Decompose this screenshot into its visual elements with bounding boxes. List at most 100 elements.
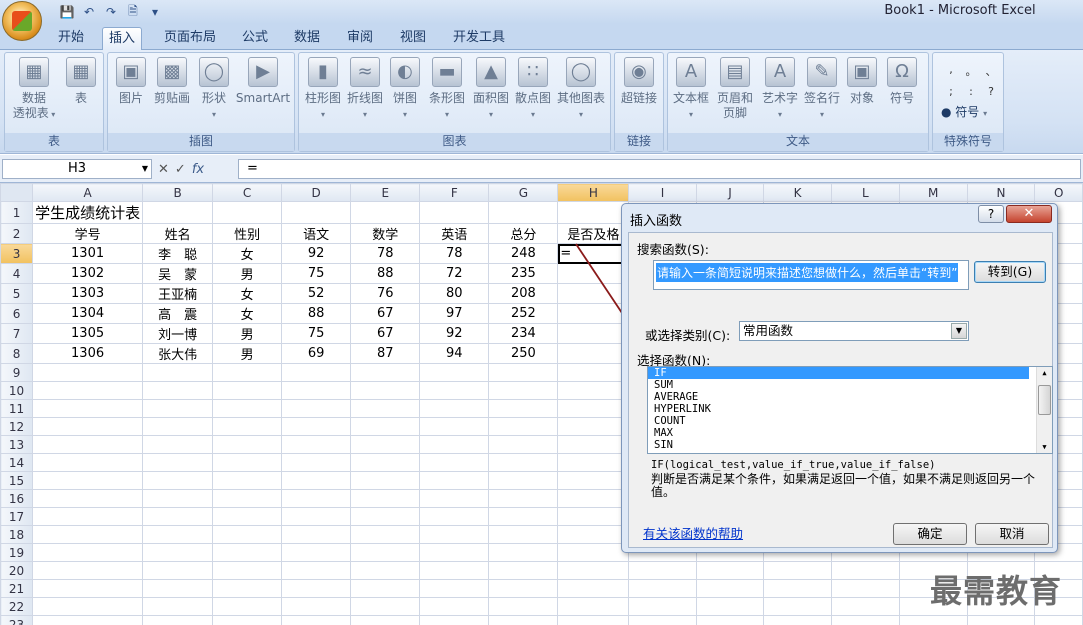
cell-b17[interactable]: [142, 507, 214, 526]
cell-b6[interactable]: 高 震: [142, 303, 214, 324]
symbol-comma[interactable]: ,: [941, 63, 961, 79]
tab-formulas[interactable]: 公式: [236, 27, 274, 50]
select-all-corner[interactable]: [0, 183, 34, 202]
cell-a13[interactable]: [32, 435, 144, 454]
cell-h23[interactable]: [557, 615, 630, 625]
cell-a6[interactable]: 1304: [32, 303, 144, 324]
cell-a8[interactable]: 1306: [32, 343, 144, 364]
row-header[interactable]: 18: [0, 525, 34, 544]
cell-b12[interactable]: [142, 417, 214, 436]
cell-e9[interactable]: [350, 363, 421, 382]
cell-g9[interactable]: [488, 363, 559, 382]
name-box[interactable]: H3 ▼: [2, 159, 152, 179]
row-header[interactable]: 16: [0, 489, 34, 508]
cell-h19[interactable]: [557, 543, 630, 562]
print-preview-icon[interactable]: 🗎: [124, 3, 142, 21]
formula-input[interactable]: =: [238, 159, 1081, 179]
row-header[interactable]: 2: [0, 223, 34, 244]
row-header[interactable]: 17: [0, 507, 34, 526]
cell-m23[interactable]: [898, 615, 968, 625]
cell-b22[interactable]: [142, 597, 214, 616]
cell-e13[interactable]: [350, 435, 421, 454]
column-header-f[interactable]: F: [419, 183, 490, 202]
function-item[interactable]: AVERAGE: [648, 391, 1052, 403]
cell-d4[interactable]: 75: [281, 263, 352, 284]
cell-d1[interactable]: [281, 201, 352, 224]
cell-g11[interactable]: [488, 399, 559, 418]
tab-data[interactable]: 数据: [288, 27, 326, 50]
cell-g17[interactable]: [488, 507, 559, 526]
cell-a18[interactable]: [32, 525, 144, 544]
symbol-button[interactable]: Ω 符号: [882, 55, 922, 106]
column-header-n[interactable]: N: [966, 183, 1036, 202]
cell-g13[interactable]: [488, 435, 559, 454]
cell-a3[interactable]: 1301: [32, 243, 144, 264]
cell-f20[interactable]: [419, 561, 490, 580]
cell-a17[interactable]: [32, 507, 144, 526]
cell-a14[interactable]: [32, 453, 144, 472]
cell-d16[interactable]: [281, 489, 352, 508]
symbol-period[interactable]: 。: [961, 63, 981, 79]
cell-d3[interactable]: 92: [281, 243, 352, 264]
cell-e22[interactable]: [350, 597, 421, 616]
column-header-j[interactable]: J: [695, 183, 765, 202]
column-header-o[interactable]: O: [1034, 183, 1083, 202]
cell-g8[interactable]: 250: [488, 343, 559, 364]
cell-e18[interactable]: [350, 525, 421, 544]
cell-a23[interactable]: [32, 615, 144, 625]
cell-i20[interactable]: [628, 561, 697, 580]
cell-c16[interactable]: [212, 489, 283, 508]
scatter-chart-button[interactable]: ∷ 散点图 ▾: [513, 55, 553, 122]
cell-e1[interactable]: [350, 201, 421, 224]
cell-c11[interactable]: [212, 399, 283, 418]
column-header-m[interactable]: M: [898, 183, 968, 202]
cell-f7[interactable]: 92: [419, 323, 490, 344]
row-header[interactable]: 8: [0, 343, 34, 364]
cell-b9[interactable]: [142, 363, 214, 382]
tab-home[interactable]: 开始: [52, 27, 90, 50]
cell-h1[interactable]: [557, 201, 630, 224]
cell-f23[interactable]: [419, 615, 490, 625]
cell-g21[interactable]: [488, 579, 559, 598]
cell-h21[interactable]: [557, 579, 630, 598]
table-button[interactable]: ▦ 表: [61, 55, 101, 106]
cell-g5[interactable]: 208: [488, 283, 559, 304]
cell-f22[interactable]: [419, 597, 490, 616]
cell-b10[interactable]: [142, 381, 214, 400]
line-chart-button[interactable]: ≈ 折线图 ▾: [345, 55, 385, 122]
cell-h10[interactable]: [557, 381, 630, 400]
row-header[interactable]: 4: [0, 263, 34, 284]
cell-b19[interactable]: [142, 543, 214, 562]
cell-b20[interactable]: [142, 561, 214, 580]
cell-c20[interactable]: [212, 561, 283, 580]
cell-e16[interactable]: [350, 489, 421, 508]
cell-h18[interactable]: [557, 525, 630, 544]
cell-l20[interactable]: [830, 561, 900, 580]
cell-f6[interactable]: 97: [419, 303, 490, 324]
cell-g18[interactable]: [488, 525, 559, 544]
cell-g20[interactable]: [488, 561, 559, 580]
cell-e17[interactable]: [350, 507, 421, 526]
cell-l22[interactable]: [830, 597, 900, 616]
cell-c8[interactable]: 男: [212, 343, 283, 364]
column-header-l[interactable]: L: [830, 183, 900, 202]
cell-d6[interactable]: 88: [281, 303, 352, 324]
cell-e4[interactable]: 88: [350, 263, 421, 284]
tab-review[interactable]: 审阅: [341, 27, 379, 50]
cell-c9[interactable]: [212, 363, 283, 382]
cell-f15[interactable]: [419, 471, 490, 490]
cell-b2[interactable]: 姓名: [142, 223, 214, 244]
cell-a16[interactable]: [32, 489, 144, 508]
symbol-question[interactable]: ?: [981, 85, 1001, 98]
cell-e2[interactable]: 数学: [350, 223, 421, 244]
function-item[interactable]: SUM: [648, 379, 1052, 391]
column-header-a[interactable]: A: [32, 183, 144, 202]
cell-c13[interactable]: [212, 435, 283, 454]
ok-button[interactable]: 确定: [893, 523, 967, 545]
cell-g12[interactable]: [488, 417, 559, 436]
cell-a22[interactable]: [32, 597, 144, 616]
cell-b23[interactable]: [142, 615, 214, 625]
row-header[interactable]: 23: [0, 615, 34, 625]
cell-g19[interactable]: [488, 543, 559, 562]
cell-n23[interactable]: [966, 615, 1036, 625]
